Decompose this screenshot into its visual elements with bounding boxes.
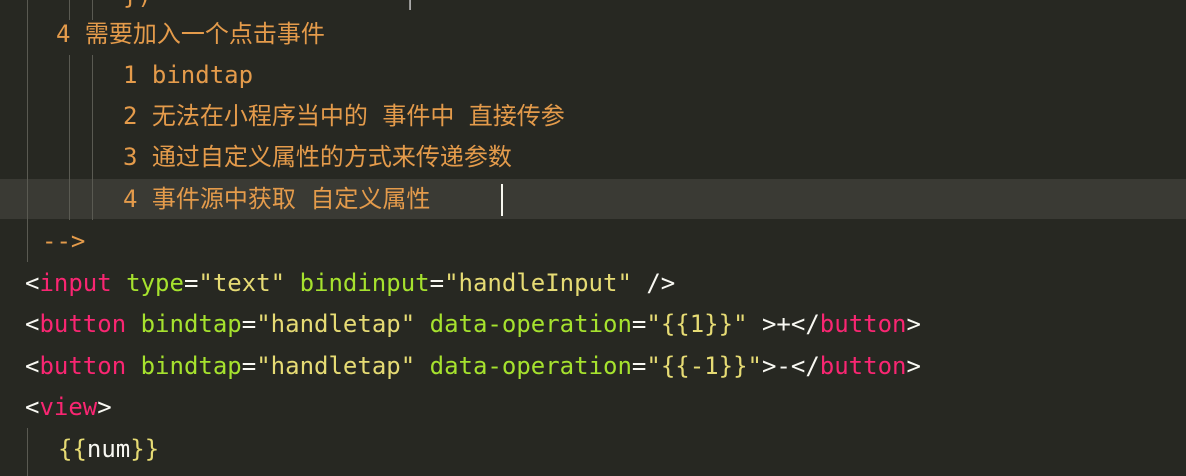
code-line-input: <input type="text" bindinput="handleInpu… xyxy=(25,269,676,297)
text-cursor xyxy=(501,184,503,216)
indent-guide xyxy=(27,0,28,262)
comment-heading: 4 需要加入一个点击事件 xyxy=(56,20,325,48)
comment-sub-item: 4 事件源中获取 自定义属性 xyxy=(123,185,431,213)
comment-close: --> xyxy=(42,227,86,255)
code-line-view: <view> xyxy=(25,393,112,421)
comment-sub-item: 3 通过自定义属性的方式来传递参数 xyxy=(123,143,512,171)
code-line-button-plus: <button bindtap="handletap" data-operati… xyxy=(25,310,921,338)
indent-guide xyxy=(69,55,70,220)
code-editor[interactable]: I }) 4 需要加入一个点击事件 1 bindtap 2 无法在小程序当中的 … xyxy=(0,0,1186,476)
indent-guide xyxy=(92,55,93,220)
comment-sub-item: 1 bindtap xyxy=(123,61,254,89)
code-line-button-minus: <button bindtap="handletap" data-operati… xyxy=(25,352,921,380)
code-line-num: {{num}} xyxy=(58,435,160,463)
indent-guide xyxy=(27,428,28,476)
mouse-ibeam-icon: I xyxy=(408,0,413,14)
comment-sub-item: 2 无法在小程序当中的 事件中 直接传参 xyxy=(123,102,565,130)
